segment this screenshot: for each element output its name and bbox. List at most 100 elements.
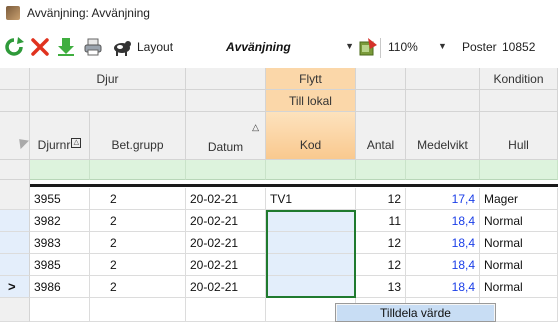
cell-hull[interactable]: Normal [480,254,558,276]
context-menu: Tilldela värde [335,303,496,322]
layout-label: Layout [137,40,174,54]
post-count: 10852 [502,40,536,54]
animal-icon[interactable] [112,37,132,57]
column-label: Djurnr [37,138,71,152]
subgroup-blank [30,90,186,112]
cell-djurnr[interactable]: 3982 [30,210,90,232]
cell-datum[interactable]: 20-02-21 [186,232,266,254]
group-header-kondition[interactable]: Kondition [480,68,558,90]
row-header[interactable] [0,232,30,254]
column-header-djurnr[interactable]: Djurnr △ [30,112,90,160]
refresh-icon[interactable] [4,37,24,57]
chevron-down-icon: ▼ [438,41,447,51]
toolbar: Layout Avvänjning ▼ 110% ▼ Poster 10852 [0,33,558,61]
subgroup-blank [480,90,558,112]
cell-betgrupp[interactable]: 2 [90,210,186,232]
cell-antal[interactable]: 12 [356,232,406,254]
cell-datum[interactable]: 20-02-21 [186,188,266,210]
cell-datum[interactable]: 20-02-21 [186,276,266,298]
cell-kod[interactable]: TV1 [266,188,356,210]
subgroup-blank [406,90,480,112]
row-header-spacer [0,180,30,188]
filter-cell-djurnr[interactable] [30,160,90,180]
toolbar-separator [380,38,381,58]
subgroup-till-lokal[interactable]: Till lokal [266,90,356,112]
cell-hull[interactable]: Mager [480,188,558,210]
row-header[interactable] [0,188,30,210]
cell-djurnr[interactable]: 3986 [30,276,90,298]
cell-selection-range[interactable] [266,210,356,298]
zoom-select[interactable]: 110% ▼ [384,38,452,56]
download-icon[interactable] [56,37,76,57]
cell-hull[interactable]: Normal [480,232,558,254]
cell-empty [90,298,186,322]
filter-cell-datum[interactable] [186,160,266,180]
filter-cell-hull[interactable] [480,160,558,180]
cell-betgrupp[interactable]: 2 [90,232,186,254]
corner-header [0,68,30,90]
group-header-flytt[interactable]: Flytt [266,68,356,90]
chevron-down-icon: ▼ [345,41,354,51]
cell-antal[interactable]: 12 [356,254,406,276]
column-header-antal[interactable]: Antal [356,112,406,160]
column-header-kod[interactable]: Kod [266,112,356,160]
filter-cell-antal[interactable] [356,160,406,180]
filter-row-header [0,160,30,180]
cell-medelvikt[interactable]: 18,4 [406,232,480,254]
column-header-datum[interactable]: Datum △ [186,112,266,160]
cell-betgrupp[interactable]: 2 [90,254,186,276]
corner-header [0,90,30,112]
filter-cell-medelvikt[interactable] [406,160,480,180]
cell-empty [30,298,90,322]
group-header-djur[interactable]: Djur [30,68,186,90]
layout-select[interactable]: Avvänjning ▼ [226,38,354,56]
sort-ascending-icon: △ [71,138,82,148]
subgroup-blank [186,90,266,112]
filter-cell-betgrupp[interactable] [90,160,186,180]
window-title: Avvänjning: Avvänjning [27,6,150,20]
column-header-medelvikt[interactable]: Medelvikt [406,112,480,160]
cell-djurnr[interactable]: 3955 [30,188,90,210]
cell-medelvikt[interactable]: 17,4 [406,188,480,210]
row-header[interactable] [0,210,30,232]
group-header-blank [186,68,266,90]
cell-medelvikt[interactable]: 18,4 [406,210,480,232]
menu-item-tilldela-varde[interactable]: Tilldela värde [337,305,494,321]
cell-antal[interactable]: 12 [356,188,406,210]
post-count-field: 10852 [502,38,558,56]
cell-medelvikt[interactable]: 18,4 [406,276,480,298]
cell-antal[interactable]: 11 [356,210,406,232]
data-grid: Djur Flytt Kondition Till lokal Djurnr △ … [0,68,558,322]
cell-datum[interactable]: 20-02-21 [186,210,266,232]
cell-betgrupp[interactable]: 2 [90,188,186,210]
column-header-hull[interactable]: Hull [480,112,558,160]
delete-icon[interactable] [30,37,50,57]
cell-betgrupp[interactable]: 2 [90,276,186,298]
column-label: Datum [207,140,244,154]
print-icon[interactable] [83,37,103,57]
cell-djurnr[interactable]: 3983 [30,232,90,254]
row-header-corner[interactable] [0,112,30,160]
zoom-value: 110% [388,40,418,54]
row-header [0,298,30,322]
group-header-blank [406,68,480,90]
cell-antal[interactable]: 13 [356,276,406,298]
current-row-indicator[interactable]: > [0,276,30,298]
cell-hull[interactable]: Normal [480,210,558,232]
column-header-betgrupp[interactable]: Bet.grupp [90,112,186,160]
row-header[interactable] [0,254,30,276]
cell-hull[interactable]: Normal [480,276,558,298]
fixed-row-separator [30,184,558,187]
post-label: Poster [462,40,497,54]
cell-empty [186,298,266,322]
cell-datum[interactable]: 20-02-21 [186,254,266,276]
title-bar: Avvänjning: Avvänjning [0,0,558,26]
group-header-blank [356,68,406,90]
filter-cell-kod[interactable] [266,160,356,180]
sort-ascending-icon: △ [252,122,259,132]
cell-medelvikt[interactable]: 18,4 [406,254,480,276]
app-icon [6,6,20,20]
layout-settings-icon[interactable] [358,37,378,57]
cell-djurnr[interactable]: 3985 [30,254,90,276]
subgroup-blank [356,90,406,112]
